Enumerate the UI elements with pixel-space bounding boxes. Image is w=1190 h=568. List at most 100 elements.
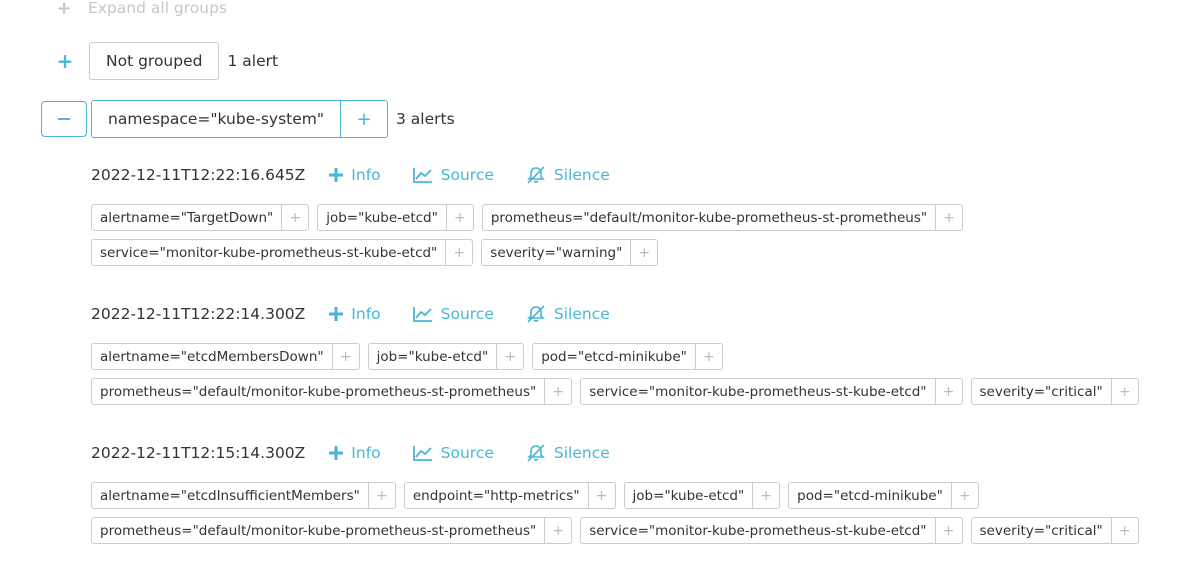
label-chip: severity="critical" + <box>970 378 1139 405</box>
label-text[interactable]: alertname="etcdMembersDown" <box>92 344 332 369</box>
collapse-group-button[interactable] <box>41 101 87 137</box>
label-row: service="monitor-kube-prometheus-st-kube… <box>91 239 963 266</box>
label-chip: prometheus="default/monitor-kube-prometh… <box>91 517 573 544</box>
add-label-filter-button[interactable]: + <box>281 205 308 230</box>
label-text[interactable]: severity="critical" <box>972 379 1111 404</box>
label-text[interactable]: severity="critical" <box>972 518 1111 543</box>
add-label-filter-button[interactable]: + <box>694 344 722 369</box>
alert-item: 2022-12-11T12:22:14.300Z Info Source Silenc… <box>91 303 1139 405</box>
plus-icon <box>329 307 344 321</box>
add-label-filter-button[interactable]: + <box>1110 379 1138 404</box>
group-not-grouped: + Not grouped 1 alert <box>56 42 278 80</box>
label-chip: severity="warning" + <box>481 239 659 266</box>
minus-icon <box>58 118 70 120</box>
add-label-filter-button[interactable]: + <box>934 518 962 543</box>
label-chip: prometheus="default/monitor-kube-prometh… <box>91 378 573 405</box>
group-label[interactable]: Not grouped <box>89 42 220 80</box>
label-text[interactable]: pod="etcd-minikube" <box>789 483 951 508</box>
label-row: prometheus="default/monitor-kube-prometh… <box>91 378 1139 405</box>
add-label-filter-button[interactable]: + <box>367 483 395 508</box>
label-chip: alertname="etcdMembersDown" + <box>91 343 360 370</box>
source-label: Source <box>440 305 494 323</box>
label-chip: severity="critical" + <box>970 517 1139 544</box>
add-label-filter-button[interactable]: + <box>950 483 978 508</box>
label-text[interactable]: service="monitor-kube-prometheus-st-kube… <box>581 379 934 404</box>
info-label: Info <box>351 305 381 323</box>
expand-group-icon[interactable]: + <box>56 49 74 73</box>
add-label-filter-button[interactable]: + <box>934 379 962 404</box>
expand-all-groups-button[interactable]: + Expand all groups <box>56 0 227 19</box>
add-label-filter-button[interactable]: + <box>1110 518 1138 543</box>
plus-icon <box>329 168 344 182</box>
label-row: prometheus="default/monitor-kube-prometh… <box>91 517 1139 544</box>
source-button[interactable]: Source <box>412 166 494 184</box>
info-label: Info <box>351 166 381 184</box>
plus-icon <box>329 446 344 460</box>
label-chip: alertname="etcdInsufficientMembers" + <box>91 482 396 509</box>
label-chip: pod="etcd-minikube" + <box>788 482 979 509</box>
expand-all-label: Expand all groups <box>88 0 228 17</box>
chart-line-icon <box>412 306 433 322</box>
label-text[interactable]: prometheus="default/monitor-kube-prometh… <box>92 379 544 404</box>
add-label-filter-button[interactable]: + <box>496 344 523 369</box>
silence-button[interactable]: Silence <box>526 166 610 184</box>
group-label[interactable]: namespace="kube-system" <box>92 101 340 137</box>
label-text[interactable]: prometheus="default/monitor-kube-prometh… <box>483 205 935 230</box>
label-text[interactable]: job="kube-etcd" <box>318 205 446 230</box>
label-chip: prometheus="default/monitor-kube-prometh… <box>481 204 964 231</box>
label-text[interactable]: service="monitor-kube-prometheus-st-kube… <box>92 240 445 265</box>
label-text[interactable]: alertname="etcdInsufficientMembers" <box>92 483 368 508</box>
label-chip: pod="etcd-minikube" + <box>532 343 723 370</box>
label-chip: alertname="TargetDown" + <box>91 204 310 231</box>
info-label: Info <box>351 444 381 462</box>
silence-button[interactable]: Silence <box>526 444 610 462</box>
source-label: Source <box>440 166 494 184</box>
add-label-filter-button[interactable]: + <box>544 379 571 404</box>
label-chip: job="kube-etcd" + <box>367 343 525 370</box>
source-button[interactable]: Source <box>412 444 494 462</box>
bell-slash-icon <box>526 444 546 462</box>
label-chip: service="monitor-kube-prometheus-st-kube… <box>91 239 474 266</box>
alert-header: 2022-12-11T12:15:14.300Z Info Source Silenc… <box>91 442 1139 464</box>
alert-timestamp: 2022-12-11T12:22:14.300Z <box>91 305 306 323</box>
group-count: 3 alerts <box>396 110 455 128</box>
source-label: Source <box>440 444 494 462</box>
label-row: alertname="TargetDown" + job="kube-etcd" + p… <box>91 204 964 231</box>
add-label-filter-button[interactable]: + <box>630 240 657 265</box>
add-label-filter-button[interactable]: + <box>445 240 472 265</box>
group-count: 1 alert <box>227 52 279 70</box>
info-button[interactable]: Info <box>329 444 381 462</box>
label-row: alertname="etcdInsufficientMembers" + endp… <box>91 482 1139 509</box>
label-text[interactable]: job="kube-etcd" <box>625 483 753 508</box>
label-chip: job="kube-etcd" + <box>623 482 781 509</box>
silence-label: Silence <box>553 444 610 462</box>
label-text[interactable]: job="kube-etcd" <box>369 344 497 369</box>
label-chip: endpoint="http-metrics" + <box>403 482 616 509</box>
info-button[interactable]: Info <box>329 305 381 323</box>
label-text[interactable]: severity="warning" <box>482 240 630 265</box>
alert-item: 2022-12-11T12:22:16.645Z Info Source Silenc… <box>91 164 964 266</box>
plus-icon: + <box>56 0 72 19</box>
group-namespace-kube-system: namespace="kube-system" + 3 alerts <box>41 100 455 138</box>
add-label-filter-button[interactable]: + <box>587 483 615 508</box>
alert-header: 2022-12-11T12:22:16.645Z Info Source Silenc… <box>91 164 963 186</box>
alert-header: 2022-12-11T12:22:14.300Z Info Source Silenc… <box>91 303 1139 325</box>
add-label-filter-button[interactable]: + <box>752 483 779 508</box>
silence-button[interactable]: Silence <box>526 305 610 323</box>
label-text[interactable]: prometheus="default/monitor-kube-prometh… <box>92 518 544 543</box>
add-label-filter-button[interactable]: + <box>544 518 571 543</box>
label-text[interactable]: alertname="TargetDown" <box>92 205 281 230</box>
add-label-filter-button[interactable]: + <box>331 344 359 369</box>
label-text[interactable]: endpoint="http-metrics" <box>405 483 588 508</box>
source-button[interactable]: Source <box>412 305 494 323</box>
label-chip: service="monitor-kube-prometheus-st-kube… <box>580 378 963 405</box>
label-text[interactable]: pod="etcd-minikube" <box>533 344 695 369</box>
add-label-filter-button[interactable]: + <box>935 205 962 230</box>
add-filter-button[interactable]: + <box>340 101 387 137</box>
add-label-filter-button[interactable]: + <box>445 205 473 230</box>
alert-item: 2022-12-11T12:15:14.300Z Info Source Silenc… <box>91 442 1139 544</box>
alert-timestamp: 2022-12-11T12:22:16.645Z <box>91 166 306 184</box>
info-button[interactable]: Info <box>329 166 381 184</box>
chart-line-icon <box>412 167 433 183</box>
label-text[interactable]: service="monitor-kube-prometheus-st-kube… <box>581 518 934 543</box>
